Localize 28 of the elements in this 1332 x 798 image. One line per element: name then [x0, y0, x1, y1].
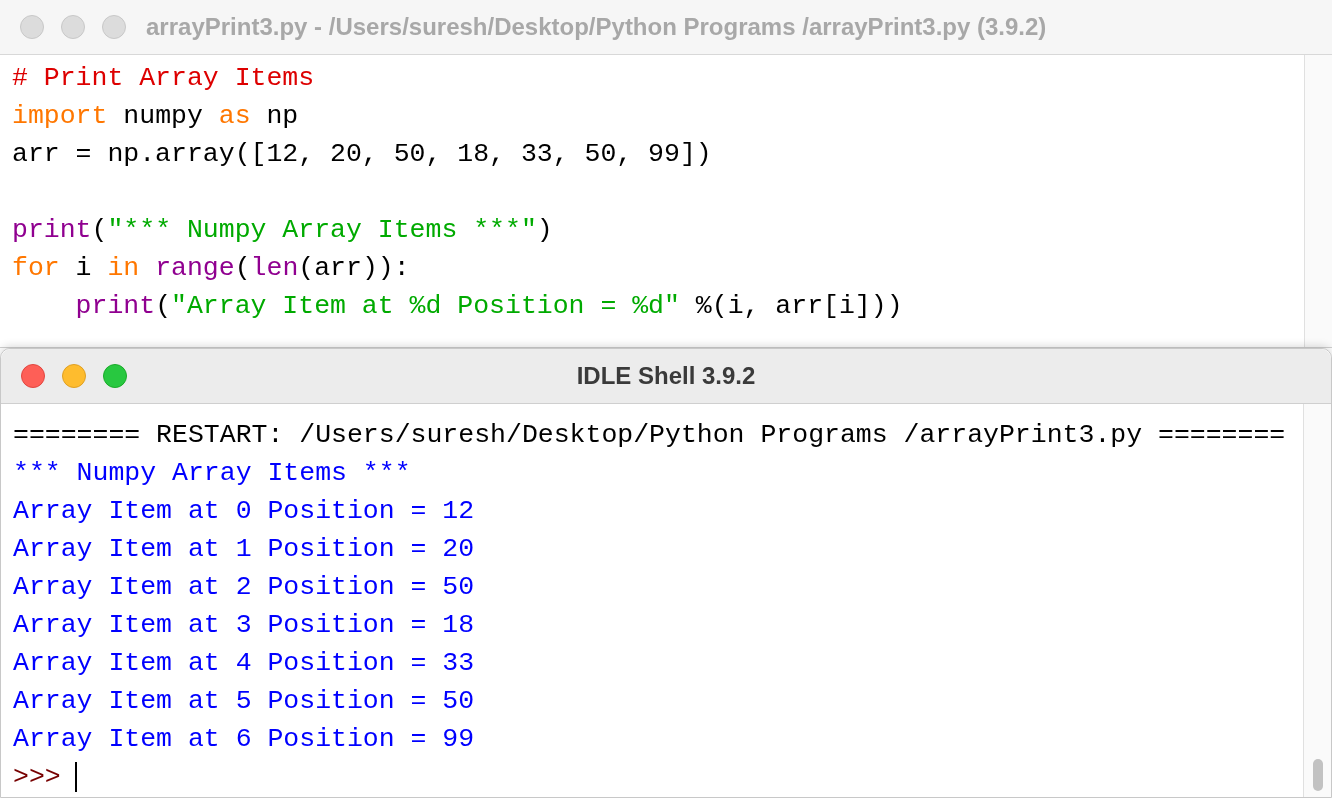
output-line: *** Numpy Array Items ***: [13, 457, 411, 490]
code-line: import numpy as np: [12, 101, 299, 131]
output-line: Array Item at 3 Position = 18: [13, 609, 475, 642]
output-line: Array Item at 2 Position = 50: [13, 571, 475, 604]
code-line: print("Array Item at %d Position = %d" %(i, arr[i])): [74, 291, 903, 321]
text-cursor: [74, 762, 77, 792]
code-line: for i in range(len(arr)):: [12, 253, 410, 283]
shell-prompt: >>>: [13, 761, 61, 794]
restart-message: ======== RESTART: /Users/suresh/Desktop/Python Programs /arrayPrint3.py ========: [13, 419, 1286, 452]
scrollbar[interactable]: [1303, 404, 1331, 797]
output-line: Array Item at 1 Position = 20: [13, 533, 475, 566]
output-line: Array Item at 4 Position = 33: [13, 647, 475, 680]
scrollbar-thumb[interactable]: [1312, 759, 1323, 791]
output-line: Array Item at 0 Position = 12: [13, 495, 475, 528]
scrollbar[interactable]: [1304, 55, 1332, 347]
window-title: IDLE Shell 3.9.2: [575, 361, 757, 391]
code-line: # Print Array Items: [12, 63, 315, 93]
code-line: arr = np.array([12, 20, 50, 18, 33, 50, 99]): [12, 139, 712, 169]
window-title: arrayPrint3.py - /Users/suresh/Desktop/Python Programs /arrayPrint3.py (3.9.2): [146, 12, 1047, 42]
code-line: print("*** Numpy Array Items ***"): [12, 215, 553, 245]
output-line: Array Item at 6 Position = 99: [13, 723, 475, 756]
minimize-button[interactable]: [62, 364, 86, 388]
zoom-button[interactable]: [102, 15, 126, 39]
close-button[interactable]: [20, 15, 44, 39]
minimize-button[interactable]: [61, 15, 85, 39]
zoom-button[interactable]: [103, 364, 127, 388]
close-button[interactable]: [21, 364, 45, 388]
output-line: Array Item at 5 Position = 50: [13, 685, 475, 718]
